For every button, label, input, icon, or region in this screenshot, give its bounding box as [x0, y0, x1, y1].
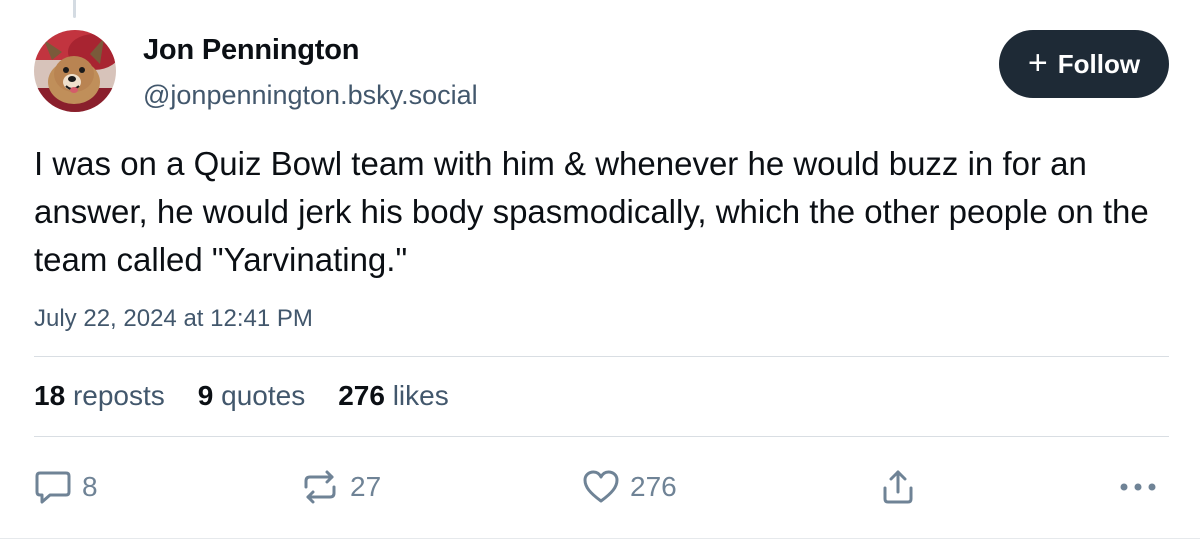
reply-count: 8 — [82, 471, 98, 502]
post-text: I was on a Quiz Bowl team with him & whe… — [34, 145, 1149, 278]
reposts-stat[interactable]: 18 reposts — [34, 380, 165, 412]
quotes-label: quotes — [221, 380, 306, 411]
likes-count: 276 — [338, 380, 385, 411]
post-bottom-border — [0, 538, 1200, 539]
quotes-count: 9 — [197, 380, 214, 411]
more-options-button[interactable] — [1118, 468, 1158, 506]
follow-button-label: Follow — [1057, 48, 1141, 79]
divider — [34, 356, 1169, 357]
repost-icon — [304, 470, 336, 504]
reposts-label: reposts — [72, 380, 165, 411]
likes-label: likes — [392, 380, 449, 411]
share-button[interactable] — [880, 468, 916, 506]
plus-icon: + — [1027, 43, 1048, 82]
reposts-count: 18 — [34, 380, 66, 411]
post-timestamp[interactable]: July 22, 2024 at 12:41 PM — [34, 305, 313, 333]
dog-avatar-icon — [34, 30, 116, 112]
author-handle[interactable]: @jonpennington.bsky.social — [143, 80, 478, 111]
reply-button[interactable]: 8 — [34, 468, 98, 506]
repost-button[interactable]: 27 — [300, 468, 381, 506]
follow-button[interactable]: + Follow — [999, 30, 1169, 98]
post-stats: 18 reposts 9 quotes 276 likes — [34, 380, 449, 412]
author-display-name[interactable]: Jon Pennington — [143, 34, 359, 67]
likes-stat[interactable]: 276 likes — [338, 380, 449, 412]
like-count: 276 — [630, 471, 677, 502]
like-button[interactable]: 276 — [582, 468, 677, 506]
share-icon — [883, 470, 913, 504]
quotes-stat[interactable]: 9 quotes — [198, 380, 305, 412]
reply-icon — [35, 471, 71, 504]
repost-count: 27 — [350, 471, 382, 502]
avatar[interactable] — [34, 30, 116, 112]
divider — [34, 436, 1169, 437]
more-options-icon — [1120, 483, 1156, 491]
thread-line — [73, 0, 76, 18]
heart-icon — [583, 470, 619, 503]
